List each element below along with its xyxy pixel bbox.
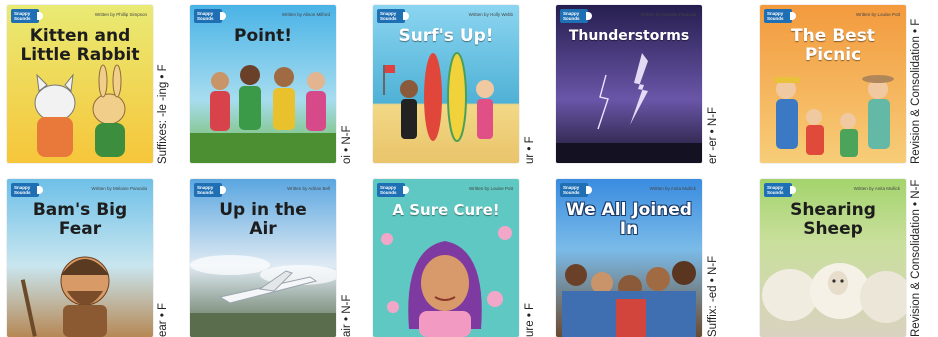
series-logo: Snappy Sounds bbox=[377, 9, 409, 23]
book-label-thunderstorms: er -er • N-F bbox=[707, 106, 719, 164]
book-author: Written by Louise Pott bbox=[856, 12, 900, 17]
book-title: Shearing Sheep bbox=[790, 200, 876, 239]
book-cover-point[interactable]: Snappy Sounds Written by Alison Milford … bbox=[190, 5, 336, 163]
book-cover-bams-big-fear[interactable]: Snappy Sounds Written by Melaine Paranda… bbox=[7, 179, 153, 337]
book-cover-thunderstorms[interactable]: Snappy Sounds Written by Melaine Paranda… bbox=[556, 5, 702, 163]
book-author: Written by Anita Mullick bbox=[853, 186, 900, 191]
series-logo: Snappy Sounds bbox=[764, 9, 796, 23]
book-label-a-sure-cure: ure • F bbox=[524, 302, 536, 337]
series-logo: Snappy Sounds bbox=[11, 183, 43, 197]
book-author: Written by Anita Mullick bbox=[649, 186, 696, 191]
book-cover-surfs-up[interactable]: Snappy Sounds Written by Holly Webb Surf… bbox=[373, 5, 519, 163]
book-author: Written by Louise Pott bbox=[469, 186, 513, 191]
book-label-the-best-picnic: Revision & Consolidation • F bbox=[910, 18, 922, 164]
series-logo: Snappy Sounds bbox=[560, 183, 592, 197]
book-cover-up-in-the-air[interactable]: Snappy Sounds Written by Adrian Bell Up … bbox=[190, 179, 336, 337]
book-cover-the-best-picnic[interactable]: Snappy Sounds Written by Louise Pott The… bbox=[760, 5, 906, 163]
book-title: We All Joined In bbox=[566, 200, 692, 239]
book-title: Up in the Air bbox=[219, 200, 307, 239]
book-cover-a-sure-cure[interactable]: Snappy Sounds Written by Louise Pott A S… bbox=[373, 179, 519, 337]
book-title: A Sure Cure! bbox=[392, 201, 500, 219]
book-label-surfs-up: ur • F bbox=[524, 136, 536, 164]
book-title: Point! bbox=[234, 26, 292, 46]
book-label-we-all-joined-in: Suffix: -ed • N-F bbox=[707, 255, 719, 337]
book-title: Surf's Up! bbox=[398, 26, 494, 46]
series-logo: Snappy Sounds bbox=[764, 183, 796, 197]
book-cover-kitten-and-little-rabbit[interactable]: Snappy Sounds Written by Phillip Simpson… bbox=[7, 5, 153, 163]
book-label-kitten-and-little-rabbit: Suffixes: -le -ing • F bbox=[157, 64, 169, 164]
book-cover-shearing-sheep[interactable]: Snappy Sounds Written by Anita Mullick S… bbox=[760, 179, 906, 337]
series-logo: Snappy Sounds bbox=[194, 9, 226, 23]
series-logo: Snappy Sounds bbox=[560, 9, 592, 23]
book-title: The Best Picnic bbox=[791, 26, 875, 65]
series-logo: Snappy Sounds bbox=[11, 9, 43, 23]
book-label-up-in-the-air: air • N-F bbox=[341, 294, 353, 337]
book-label-bams-big-fear: ear • F bbox=[157, 302, 169, 337]
book-author: Written by Adrian Bell bbox=[287, 186, 330, 191]
book-author: Written by Melaine Paranda bbox=[640, 12, 696, 17]
book-title: Kitten and Little Rabbit bbox=[20, 26, 140, 65]
book-label-point: oi • N-F bbox=[341, 125, 353, 164]
book-author: Written by Phillip Simpson bbox=[94, 12, 147, 17]
book-cover-we-all-joined-in[interactable]: Snappy Sounds Written by Anita Mullick W… bbox=[556, 179, 702, 337]
book-title: Bam's Big Fear bbox=[32, 200, 128, 239]
book-label-shearing-sheep: Revision & Consolidation • N-F bbox=[910, 179, 922, 337]
book-author: Written by Holly Webb bbox=[468, 12, 513, 17]
book-author: Written by Alison Milford bbox=[281, 12, 330, 17]
series-logo: Snappy Sounds bbox=[194, 183, 226, 197]
book-title: Thunderstorms bbox=[568, 28, 690, 44]
book-author: Written by Melaine Paranda bbox=[91, 186, 147, 191]
series-logo: Snappy Sounds bbox=[377, 183, 409, 197]
